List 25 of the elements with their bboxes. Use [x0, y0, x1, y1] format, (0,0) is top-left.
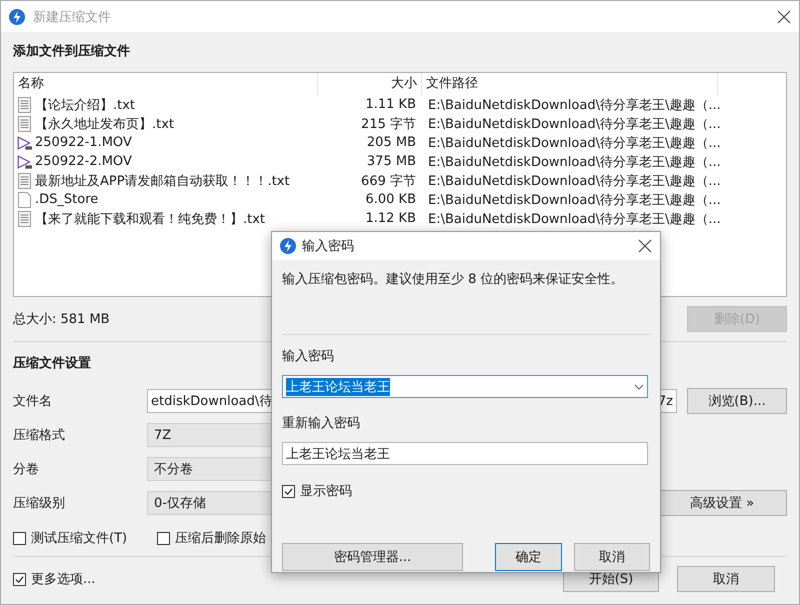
section-heading: 添加文件到压缩文件 [13, 42, 130, 61]
total-size: 总大小: 581 MB [13, 311, 110, 328]
dialog-title: 输入密码 [302, 238, 354, 255]
file-size: 375 MB [366, 154, 416, 169]
window-title: 新建压缩文件 [33, 8, 111, 26]
file-size: 669 字节 [361, 174, 416, 188]
description-text: 输入压缩包密码。建议使用至少 8 位的密码来保证安全性。 [282, 271, 625, 289]
file-size: 215 字节 [361, 116, 416, 132]
field-label: 压缩格式 [13, 427, 66, 444]
file-size: 6.00 KB [365, 192, 416, 207]
field-label: 压缩级别 [13, 495, 66, 512]
file-path: E:\BaiduNetdiskDownload\待分享老王\趣趣（... [428, 98, 721, 112]
file-path: E:\BaiduNetdiskDownload\待分享老王\趣趣（... [428, 116, 721, 132]
field-label: 分卷 [13, 461, 40, 478]
field-label: 文件名 [13, 393, 53, 410]
file-size: 205 MB [366, 135, 416, 150]
field-label: 输入密码 [282, 348, 335, 366]
section-heading: 压缩文件设置 [13, 354, 91, 373]
file-path: E:\BaiduNetdiskDownload\待分享老王\趣趣（... [428, 154, 721, 170]
file-path: E:\BaiduNetdiskDownload\待分享老王\趣趣（... [428, 174, 721, 188]
file-path: E:\BaiduNetdiskDownload\待分享老王\趣趣（... [428, 192, 721, 208]
file-path: E:\BaiduNetdiskDownload\待分享老王\趣趣（... [428, 212, 721, 226]
file-path: E:\BaiduNetdiskDownload\待分享老王\趣趣（... [428, 136, 721, 150]
file-size: 1.12 KB [365, 211, 416, 226]
file-size: 1.11 KB [365, 97, 416, 112]
